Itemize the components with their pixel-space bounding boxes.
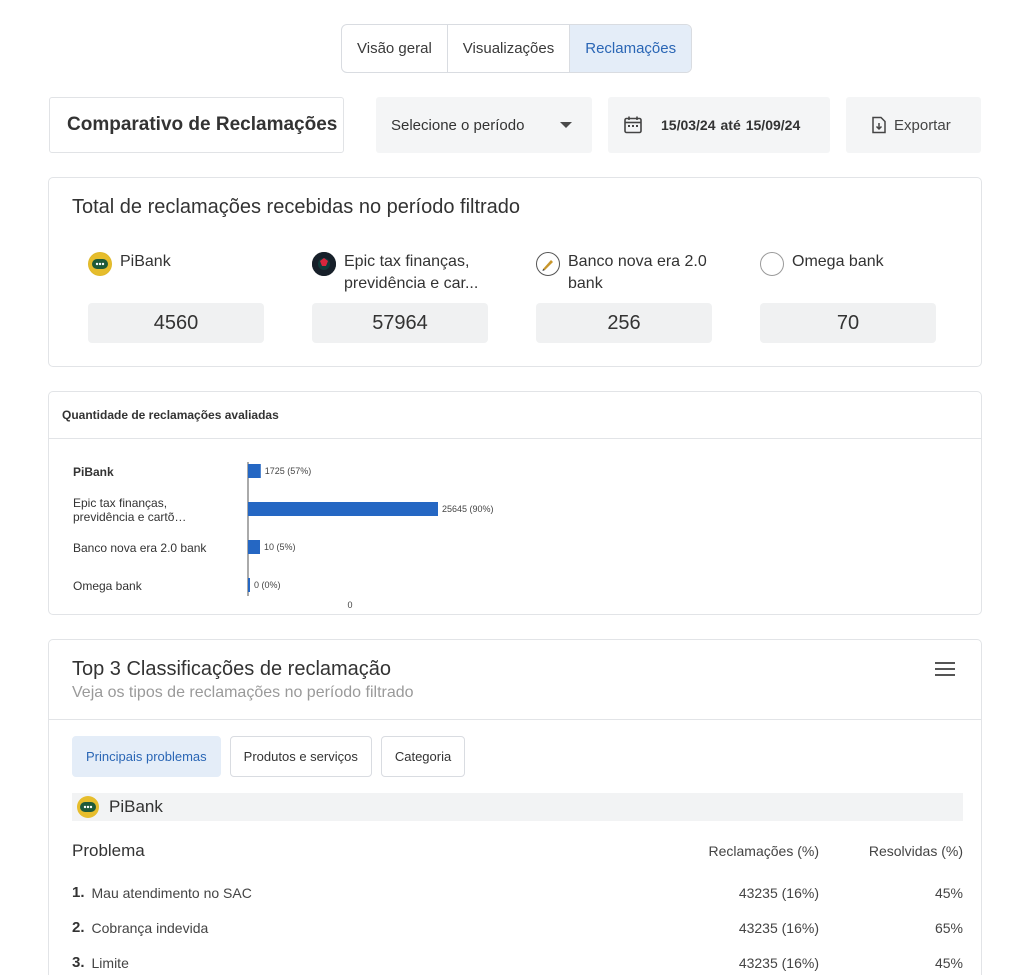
bank-total-epic: Epic tax finanças, previdência e car... … [312, 251, 512, 343]
bar-data-label: 25645 (90%) [442, 504, 494, 514]
date-separator: até [720, 117, 741, 133]
table-header: Problema Reclamações (%) Resolvidas (%) [72, 840, 963, 862]
totals-title: Total de reclamações recebidas no períod… [72, 196, 521, 218]
table-row: 2. Cobrança indevida 43235 (16%) 65% [72, 910, 963, 945]
category-label: Epic tax finanças, previdência e cartõ… [73, 496, 186, 524]
top3-subtitle: Veja os tipos de reclamações no período … [72, 684, 414, 701]
column-header-complaints: Reclamações (%) [708, 843, 819, 859]
chart-bar [248, 578, 250, 592]
row-number: 2. [72, 919, 85, 936]
chart-title: Quantidade de reclamações avaliadas [49, 392, 981, 439]
selected-bank-name: PiBank [109, 797, 163, 816]
main-tabs: Visão geral Visualizações Reclamações [341, 24, 693, 73]
resolved-value: 45% [934, 884, 963, 901]
x-tick-label: 0 [347, 600, 352, 610]
complaints-value: 43235 (16%) [738, 919, 819, 936]
pibank-logo-icon [88, 252, 112, 276]
tab-visao-geral[interactable]: Visão geral [342, 25, 448, 72]
problem-name: Limite [91, 954, 129, 971]
hamburger-menu-icon[interactable] [935, 662, 955, 676]
subtab-categoria[interactable]: Categoria [380, 736, 466, 777]
problem-name: Mau atendimento no SAC [91, 884, 252, 901]
top3-card: Top 3 Classificações de reclamação Veja … [48, 639, 982, 975]
table-row: 3. Limite 43235 (16%) 45% [72, 945, 963, 975]
date-from: 15/03/24 [661, 117, 716, 133]
bank-name: Omega bank [792, 253, 884, 270]
date-to: 15/09/24 [745, 117, 801, 133]
complaints-value: 43235 (16%) [738, 884, 819, 901]
chart-bar [248, 502, 438, 516]
bar-data-label: 10 (5%) [264, 542, 296, 552]
column-header-resolved: Resolvidas (%) [868, 843, 963, 859]
totals-card: Total de reclamações recebidas no períod… [48, 177, 982, 367]
complaints-chart-card: Quantidade de reclamações avaliadas PiBa… [48, 391, 982, 615]
bank-total-omega: Omega bank 70 [760, 251, 960, 343]
top3-title: Top 3 Classificações de reclamação [72, 658, 392, 680]
tab-reclamacoes[interactable]: Reclamações [570, 25, 692, 72]
category-label: Banco nova era 2.0 bank [73, 541, 207, 555]
bank-total-value: 4560 [88, 303, 264, 343]
period-select-label: Selecione o período [391, 116, 525, 134]
bank-name: Banco nova era 2.0 bank [568, 253, 707, 292]
resolved-value: 45% [934, 954, 963, 971]
chevron-down-icon [560, 122, 572, 128]
bank-total-value: 57964 [312, 303, 488, 343]
bar-data-label: 0 (0%) [254, 580, 281, 590]
download-file-icon [872, 116, 886, 134]
period-select[interactable]: Selecione o período [376, 97, 592, 153]
bank-total-novaera: Banco nova era 2.0 bank 256 [536, 251, 736, 343]
bank-name: PiBank [120, 253, 171, 270]
table-row: 1. Mau atendimento no SAC 43235 (16%) 45% [72, 875, 963, 910]
bar-chart: PiBank 1725 (57%) Epic tax finanças, previd… [73, 462, 494, 610]
subtab-principais-problemas[interactable]: Principais problemas [72, 736, 221, 777]
subtab-produtos-servicos[interactable]: Produtos e serviços [229, 736, 372, 777]
row-number: 3. [72, 954, 85, 971]
bar-data-label: 1725 (57%) [265, 466, 312, 476]
export-label: Exportar [894, 116, 951, 134]
classification-tabs: Principais problemas Produtos e serviços… [72, 736, 466, 777]
omega-logo-icon [760, 252, 784, 276]
resolved-value: 65% [934, 919, 963, 936]
chart-bar [248, 540, 260, 554]
pibank-logo-icon [76, 795, 100, 819]
category-label: PiBank [73, 465, 114, 479]
bank-total-value: 70 [760, 303, 936, 343]
bank-name: Epic tax finanças, previdência e car... [344, 253, 479, 292]
date-range-picker[interactable]: 15/03/24 até 15/09/24 [608, 97, 830, 153]
tab-visualizacoes[interactable]: Visualizações [448, 25, 571, 72]
bank-total-pibank: PiBank 4560 [88, 251, 288, 343]
novaera-logo-icon [536, 252, 560, 276]
selected-bank-header: PiBank [72, 793, 963, 821]
row-number: 1. [72, 884, 85, 901]
bank-total-value: 256 [536, 303, 712, 343]
top3-header: Top 3 Classificações de reclamação Veja … [49, 640, 981, 720]
problem-name: Cobrança indevida [91, 919, 209, 936]
complaints-value: 43235 (16%) [738, 954, 819, 971]
problems-table: Problema Reclamações (%) Resolvidas (%) … [72, 840, 963, 975]
category-label: Omega bank [73, 579, 143, 593]
epic-logo-icon [312, 252, 336, 276]
calendar-icon [624, 116, 642, 134]
page-title: Comparativo de Reclamações [49, 97, 344, 153]
chart-bar [248, 464, 261, 478]
export-button[interactable]: Exportar [846, 97, 981, 153]
column-header-problem: Problema [72, 841, 145, 860]
